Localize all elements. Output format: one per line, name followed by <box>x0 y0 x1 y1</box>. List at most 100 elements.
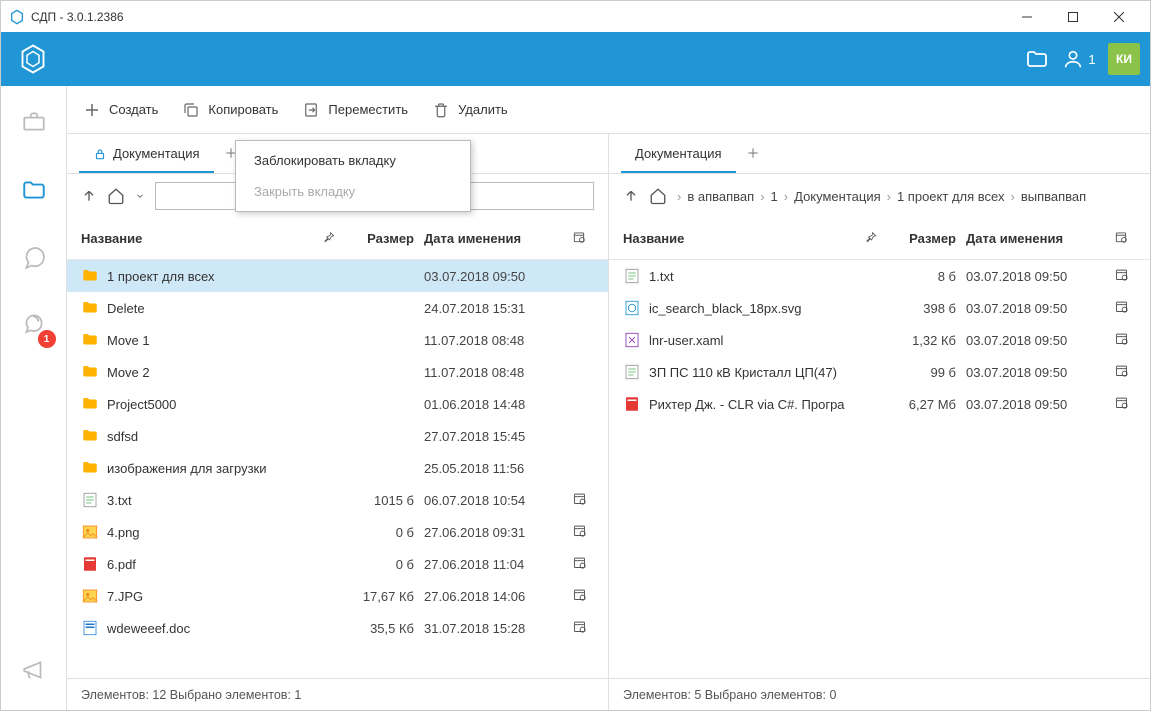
row-cal-icon[interactable] <box>564 587 594 605</box>
right-tabs: Документация <box>609 134 1150 174</box>
row-size: 398 б <box>886 301 966 316</box>
col-cal-icon[interactable] <box>564 230 594 247</box>
table-row[interactable]: sdfsd27.07.2018 15:45 <box>67 420 608 452</box>
sidebar-chat[interactable] <box>14 238 54 278</box>
table-row[interactable]: 7.JPG17,67 Кб27.06.2018 14:06 <box>67 580 608 612</box>
row-name: 3.txt <box>107 493 344 508</box>
row-name: изображения для загрузки <box>107 461 344 476</box>
delete-button[interactable]: Удалить <box>432 101 508 119</box>
left-panel: Документация Заблокировать вкладку Закры… <box>67 134 609 710</box>
crumb-item[interactable]: выпвапвап <box>1021 189 1086 204</box>
table-row[interactable]: 6.pdf0 б27.06.2018 11:04 <box>67 548 608 580</box>
left-table-header: Название Размер Дата именения <box>67 218 608 260</box>
row-name: Move 1 <box>107 333 344 348</box>
table-row[interactable]: Рихтер Дж. - CLR via C#. Програ6,27 Мб03… <box>609 388 1150 420</box>
chevron-down-icon[interactable] <box>135 191 145 201</box>
col-name[interactable]: Название <box>81 231 314 246</box>
minimize-button[interactable] <box>1004 1 1050 32</box>
table-row[interactable]: Delete 24.07.2018 15:31 <box>67 292 608 324</box>
window-title: СДП - 3.0.1.2386 <box>31 10 1004 24</box>
table-row[interactable]: 1 проект для всех03.07.2018 09:50 <box>67 260 608 292</box>
pin-icon[interactable] <box>856 230 886 247</box>
table-row[interactable]: lnr-user.xaml1,32 Кб03.07.2018 09:50 <box>609 324 1150 356</box>
table-row[interactable]: wdeweeef.doc35,5 Кб31.07.2018 15:28 <box>67 612 608 644</box>
close-button[interactable] <box>1096 1 1142 32</box>
right-tab-docs[interactable]: Документация <box>621 136 736 173</box>
move-button[interactable]: Переместить <box>302 101 408 119</box>
folder-button[interactable] <box>1016 38 1058 80</box>
row-name: 1.txt <box>649 269 886 284</box>
user-count: 1 <box>1088 52 1095 67</box>
row-size: 6,27 Мб <box>886 397 966 412</box>
up-icon[interactable] <box>81 188 97 204</box>
sidebar-announce[interactable] <box>14 650 54 690</box>
row-date: 24.07.2018 15:31 <box>424 301 564 316</box>
table-row[interactable]: ic_search_black_18px.svg398 б03.07.2018 … <box>609 292 1150 324</box>
table-row[interactable]: 4.png0 б27.06.2018 09:31 <box>67 516 608 548</box>
right-table-header: Название Размер Дата именения <box>609 218 1150 260</box>
tab-context-menu: Заблокировать вкладку Закрыть вкладку <box>235 140 471 212</box>
crumb-item[interactable]: в апвапвап <box>687 189 754 204</box>
row-cal-icon[interactable] <box>1106 363 1136 381</box>
left-tab-docs[interactable]: Документация <box>79 136 214 173</box>
col-date[interactable]: Дата именения <box>966 231 1106 246</box>
row-date: 11.07.2018 08:48 <box>424 333 564 348</box>
row-name: Delete <box>107 301 344 316</box>
row-name: 6.pdf <box>107 557 344 572</box>
row-cal-icon[interactable] <box>564 523 594 541</box>
create-button[interactable]: Создать <box>83 101 158 119</box>
table-row[interactable]: Move 211.07.2018 08:48 <box>67 356 608 388</box>
crumb-item[interactable]: Документация <box>794 189 881 204</box>
col-size[interactable]: Размер <box>344 231 424 246</box>
up-icon[interactable] <box>623 188 639 204</box>
table-row[interactable]: Project500001.06.2018 14:48 <box>67 388 608 420</box>
row-size: 99 б <box>886 365 966 380</box>
row-size: 17,67 Кб <box>344 589 424 604</box>
home-icon[interactable] <box>649 187 667 205</box>
left-tabs: Документация Заблокировать вкладку Закры… <box>67 134 608 174</box>
context-lock-tab[interactable]: Заблокировать вкладку <box>236 145 470 176</box>
table-row[interactable]: Move 1 11.07.2018 08:48 <box>67 324 608 356</box>
copy-button[interactable]: Копировать <box>182 101 278 119</box>
crumb-item[interactable]: 1 <box>771 189 778 204</box>
crumb-item[interactable]: 1 проект для всех <box>897 189 1005 204</box>
row-cal-icon[interactable] <box>564 619 594 637</box>
row-name: ic_search_black_18px.svg <box>649 301 886 316</box>
row-cal-icon[interactable] <box>1106 267 1136 285</box>
row-cal-icon[interactable] <box>564 555 594 573</box>
notification-badge: 1 <box>38 330 56 348</box>
lock-icon <box>93 147 107 161</box>
sidebar-chat-notify[interactable]: 1 <box>14 306 54 346</box>
table-row[interactable]: 3.txt1015 б06.07.2018 10:54 <box>67 484 608 516</box>
col-cal-icon[interactable] <box>1106 230 1136 247</box>
right-add-tab[interactable] <box>736 136 770 173</box>
pin-icon[interactable] <box>314 230 344 247</box>
maximize-button[interactable] <box>1050 1 1096 32</box>
toolbar: Создать Копировать Переместить Удалить <box>67 86 1150 134</box>
row-date: 03.07.2018 09:50 <box>966 365 1106 380</box>
sidebar-briefcase[interactable] <box>14 102 54 142</box>
table-row[interactable]: ЗП ПС 110 кВ Кристалл ЦП(47)99 б03.07.20… <box>609 356 1150 388</box>
right-panel: Документация ›в апвапвап›1›Документация›… <box>609 134 1150 710</box>
row-name: 4.png <box>107 525 344 540</box>
row-date: 06.07.2018 10:54 <box>424 493 564 508</box>
row-cal-icon[interactable] <box>1106 331 1136 349</box>
row-size: 1,32 Кб <box>886 333 966 348</box>
col-name[interactable]: Название <box>623 231 856 246</box>
row-cal-icon[interactable] <box>1106 299 1136 317</box>
user-button[interactable]: 1 <box>1058 38 1100 80</box>
right-status: Элементов: 5 Выбрано элементов: 0 <box>609 678 1150 710</box>
row-cal-icon[interactable] <box>1106 395 1136 413</box>
col-size[interactable]: Размер <box>886 231 966 246</box>
table-row[interactable]: изображения для загрузки25.05.2018 11:56 <box>67 452 608 484</box>
table-row[interactable]: 1.txt8 б03.07.2018 09:50 <box>609 260 1150 292</box>
home-icon[interactable] <box>107 187 125 205</box>
row-date: 11.07.2018 08:48 <box>424 365 564 380</box>
left-status: Элементов: 12 Выбрано элементов: 1 <box>67 678 608 710</box>
row-date: 03.07.2018 09:50 <box>966 301 1106 316</box>
avatar[interactable]: КИ <box>1108 43 1140 75</box>
col-date[interactable]: Дата именения <box>424 231 564 246</box>
row-cal-icon[interactable] <box>564 491 594 509</box>
row-date: 01.06.2018 14:48 <box>424 397 564 412</box>
sidebar-folder[interactable] <box>14 170 54 210</box>
